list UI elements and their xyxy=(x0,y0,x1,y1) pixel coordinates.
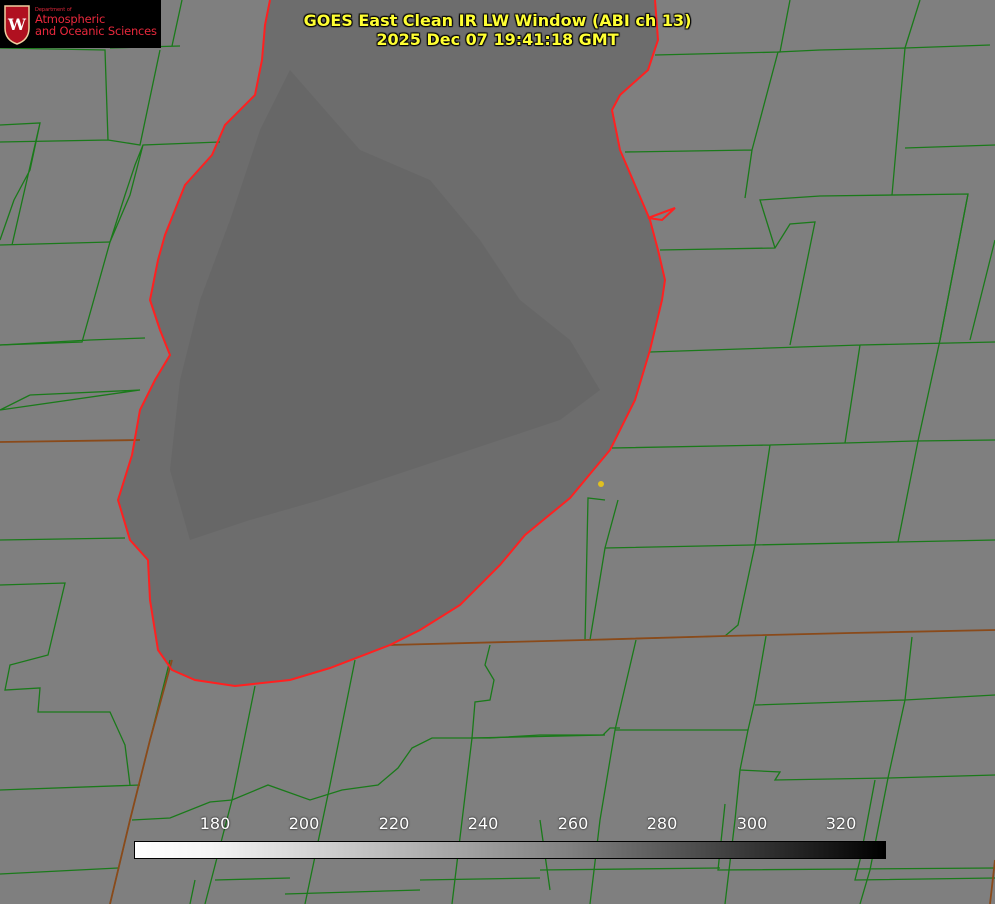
title-timestamp: 2025 Dec 07 19:41:18 GMT xyxy=(376,30,619,49)
satellite-image: W Department of Atmospheric and Oceanic … xyxy=(0,0,995,904)
colorbar-tick: 180 xyxy=(199,814,231,833)
location-marker xyxy=(598,481,604,487)
image-title: GOES East Clean IR LW Window (ABI ch 13)… xyxy=(0,11,995,49)
title-product: GOES East Clean IR LW Window (ABI ch 13) xyxy=(303,11,692,30)
map-canvas xyxy=(0,0,995,904)
colorbar-tick: 240 xyxy=(467,814,499,833)
colorbar-tick: 260 xyxy=(557,814,589,833)
colorbar-tick: 200 xyxy=(288,814,320,833)
colorbar-tick: 320 xyxy=(825,814,857,833)
colorbar-tick-labels: 180 200 220 240 260 280 300 320 xyxy=(0,814,995,836)
colorbar xyxy=(134,841,886,859)
colorbar-tick: 220 xyxy=(378,814,410,833)
colorbar-tick: 300 xyxy=(736,814,768,833)
colorbar-tick: 280 xyxy=(646,814,678,833)
